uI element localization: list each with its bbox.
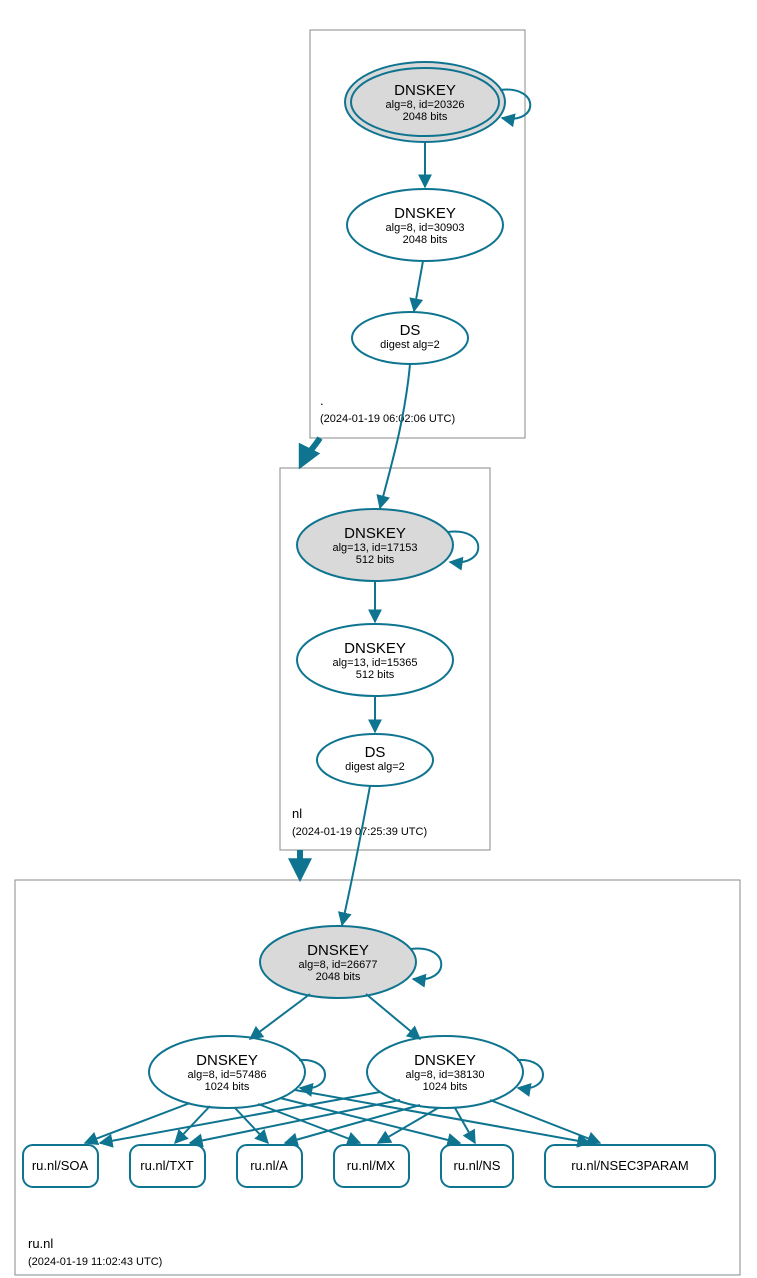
svg-text:2048 bits: 2048 bits xyxy=(316,971,361,983)
zone-runl-label: ru.nl xyxy=(28,1236,53,1251)
zone-root-label: . xyxy=(320,393,324,408)
edge-runl-ksk-zsk2 xyxy=(366,994,420,1039)
svg-text:ru.nl/A: ru.nl/A xyxy=(250,1158,288,1173)
dnssec-graph: . (2024-01-19 06:02:06 UTC) nl (2024-01-… xyxy=(0,0,757,1278)
svg-text:DS: DS xyxy=(365,744,386,761)
svg-text:alg=8, id=26677: alg=8, id=26677 xyxy=(299,959,378,971)
edge-z2-n3p xyxy=(490,1100,600,1143)
svg-text:ru.nl/NS: ru.nl/NS xyxy=(454,1158,501,1173)
zone-root-ts: (2024-01-19 06:02:06 UTC) xyxy=(320,413,455,425)
node-root-ds: DS digest alg=2 xyxy=(352,312,468,364)
node-nl-zsk: DNSKEY alg=13, id=15365 512 bits xyxy=(297,624,453,696)
node-nl-ds: DS digest alg=2 xyxy=(317,734,433,786)
svg-text:2048 bits: 2048 bits xyxy=(403,234,448,246)
svg-text:DNSKEY: DNSKEY xyxy=(344,640,406,657)
svg-text:alg=13, id=17153: alg=13, id=17153 xyxy=(332,542,417,554)
svg-text:ru.nl/MX: ru.nl/MX xyxy=(347,1158,396,1173)
svg-text:alg=8, id=20326: alg=8, id=20326 xyxy=(386,99,465,111)
node-nl-ksk: DNSKEY alg=13, id=17153 512 bits xyxy=(297,509,453,581)
rrset-row: ru.nl/SOA ru.nl/TXT ru.nl/A ru.nl/MX ru.… xyxy=(23,1145,715,1187)
edge-runl-ksk-zsk1 xyxy=(250,994,310,1039)
node-runl-ksk: DNSKEY alg=8, id=26677 2048 bits xyxy=(260,926,416,998)
node-root-ksk: DNSKEY alg=8, id=20326 2048 bits xyxy=(345,62,505,142)
svg-text:DNSKEY: DNSKEY xyxy=(394,205,456,222)
svg-text:2048 bits: 2048 bits xyxy=(403,111,448,123)
svg-text:ru.nl/TXT: ru.nl/TXT xyxy=(140,1158,194,1173)
zone-nl-label: nl xyxy=(292,806,302,821)
svg-text:alg=13, id=15365: alg=13, id=15365 xyxy=(332,657,417,669)
svg-text:DNSKEY: DNSKEY xyxy=(307,942,369,959)
node-runl-zsk2: DNSKEY alg=8, id=38130 1024 bits xyxy=(367,1036,523,1108)
svg-text:1024 bits: 1024 bits xyxy=(423,1081,468,1093)
node-root-zsk: DNSKEY alg=8, id=30903 2048 bits xyxy=(347,189,503,261)
svg-text:1024 bits: 1024 bits xyxy=(205,1081,250,1093)
edge-root-zsk-ds xyxy=(414,261,423,311)
edge-root-ds-nl-ksk xyxy=(380,364,410,508)
svg-text:alg=8, id=30903: alg=8, id=30903 xyxy=(386,222,465,234)
svg-text:DNSKEY: DNSKEY xyxy=(344,525,406,542)
edge-z2-ns xyxy=(455,1108,475,1143)
svg-text:512 bits: 512 bits xyxy=(356,669,395,681)
svg-text:digest alg=2: digest alg=2 xyxy=(345,761,405,773)
node-runl-zsk1: DNSKEY alg=8, id=57486 1024 bits xyxy=(149,1036,305,1108)
svg-text:512 bits: 512 bits xyxy=(356,554,395,566)
edge-root-to-nl-zone xyxy=(302,438,320,463)
svg-text:DS: DS xyxy=(400,322,421,339)
svg-text:alg=8, id=38130: alg=8, id=38130 xyxy=(406,1069,485,1081)
zone-runl-ts: (2024-01-19 11:02:43 UTC) xyxy=(28,1256,162,1268)
svg-text:alg=8, id=57486: alg=8, id=57486 xyxy=(188,1069,267,1081)
svg-text:digest alg=2: digest alg=2 xyxy=(380,339,440,351)
edge-nl-ds-runl-ksk xyxy=(342,786,370,925)
svg-text:DNSKEY: DNSKEY xyxy=(394,82,456,99)
svg-text:ru.nl/NSEC3PARAM: ru.nl/NSEC3PARAM xyxy=(571,1158,689,1173)
svg-text:DNSKEY: DNSKEY xyxy=(196,1052,258,1069)
svg-text:DNSKEY: DNSKEY xyxy=(414,1052,476,1069)
svg-text:ru.nl/SOA: ru.nl/SOA xyxy=(32,1158,89,1173)
